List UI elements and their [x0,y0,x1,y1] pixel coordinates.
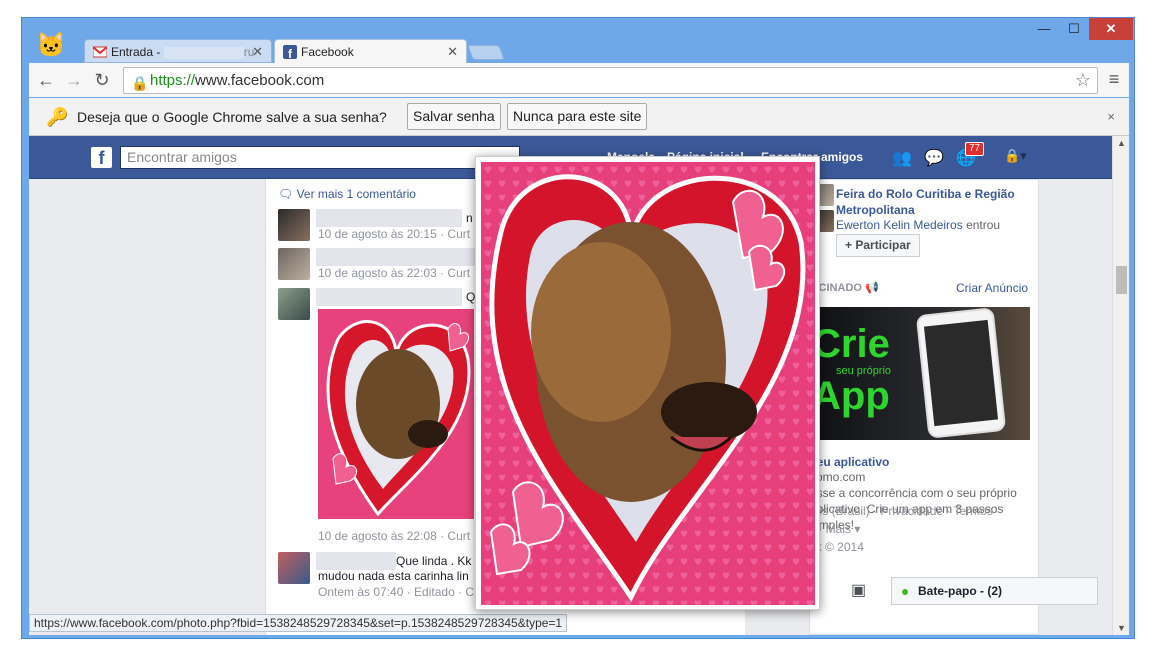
facebook-icon: f [283,45,297,59]
event-title[interactable]: Feira do Rolo Curitiba e Região Metropol… [836,186,1026,218]
comment-meta: 10 de agosto às 22:03 · Curt [318,266,471,280]
maximize-button[interactable]: ☐ [1059,18,1089,40]
ad-crie: Crie [812,322,890,366]
ad-title[interactable]: seu aplicativo [810,455,889,469]
photo-popup[interactable] [475,156,820,610]
notification-badge: 77 [965,142,985,156]
never-save-button[interactable]: Nunca para este site [507,103,648,130]
profile-cat-icon[interactable]: 🐱 [36,32,66,60]
ad-seu: seu próprio [836,365,892,377]
redacted-text [163,46,244,59]
key-icon: 🔑 [46,107,69,127]
ad-app: App [812,374,890,418]
redacted-text [316,288,462,306]
sponsored-label: OCINADO 📢 [810,281,879,294]
scroll-down-icon[interactable]: ▼ [1117,623,1126,633]
bookmark-star-icon[interactable]: ☆ [1075,68,1091,93]
photo-thumbnail-image [318,309,474,519]
photo-enlarged-image [481,162,815,605]
photo-enlarged[interactable] [481,162,815,605]
comment-text: mudou nada esta carinha lin [318,569,469,583]
megaphone-icon: 📢 [865,282,879,294]
online-dot [902,589,908,595]
right-column: Feira do Rolo Curitiba e Região Metropol… [809,179,1039,635]
privacy-icon[interactable]: 🔒▾ [1004,148,1027,164]
scroll-up-icon[interactable]: ▲ [1117,138,1126,148]
photo-thumbnail[interactable] [318,309,474,519]
more-comments-link[interactable]: 🗨 Ver mais 1 comentário [278,187,416,201]
footer-line[interactable]: s · Mais ▾ [809,520,1039,538]
comment-meta: 10 de agosto às 20:15 · Curt [318,227,471,241]
create-ad-link[interactable]: Criar Anúncio [956,281,1028,295]
friend-requests-icon[interactable]: 👥 [892,148,912,168]
comment-meta: Ontem às 07:40 · Editado · C [318,585,475,599]
close-window-button[interactable]: ✕ [1089,18,1133,40]
close-infobar-icon[interactable]: × [1107,109,1115,124]
footer-copyright: ok © 2014 [809,540,864,554]
url-scheme: https:// [150,72,196,89]
redacted-text [316,552,396,570]
left-column [29,179,265,635]
footer-line[interactable]: uês (Brasil) · Privacidade · Termos · [809,502,1039,520]
phone-image [915,307,1007,439]
lock-icon: 🔒 [131,75,149,91]
scroll-thumb[interactable] [1116,266,1127,294]
url-host: www.facebook.com [195,72,325,89]
password-infobar: 🔑 Deseja que o Google Chrome salve a sua… [29,98,1129,136]
tab-facebook[interactable]: f Facebook ✕ [274,39,467,63]
save-password-button[interactable]: Salvar senha [407,103,501,130]
comment-text: n [466,211,473,225]
tab-label: Entrada - [111,45,164,59]
search-input[interactable]: Encontrar amigos [120,146,520,169]
menu-icon[interactable]: ≡ [1103,69,1125,90]
messages-icon[interactable]: 💬 [924,148,944,168]
avatar[interactable] [278,209,310,241]
gmail-icon [93,46,107,58]
tab-strip: 🐱 Entrada - ru ✕ f Facebook ✕ — ☐ ✕ [22,18,1134,63]
browser-toolbar: ← → ↻ 🔒 https://www.facebook.com ☆ ≡ [29,63,1129,97]
more-comments-label: Ver mais 1 comentário [296,187,416,201]
comment-text: Que linda . Kk [396,554,472,568]
close-tab-icon[interactable]: ✕ [252,40,263,64]
chat-bar[interactable]: Bate-papo - (2) [891,577,1098,605]
chat-label: Bate-papo - (2) [918,584,1002,598]
minimize-button[interactable]: — [1029,18,1059,40]
redacted-text [316,248,476,266]
infobar-question: Deseja que o Google Chrome salve a sua s… [77,109,387,125]
join-button[interactable]: + Participar [836,234,920,257]
back-icon[interactable]: ← [35,69,57,91]
event-person[interactable]: Ewerton Kelin Medeiros [836,218,963,232]
avatar[interactable] [278,552,310,584]
scrollbar[interactable]: ▲ ▼ [1112,136,1129,635]
avatar[interactable] [278,288,310,320]
tab-gmail[interactable]: Entrada - ru ✕ [84,39,272,63]
chat-sidebar-icon[interactable]: ▣ [851,580,866,600]
address-bar[interactable]: 🔒 https://www.facebook.com ☆ [123,67,1098,94]
facebook-logo[interactable]: f [91,147,112,168]
status-bar: https://www.facebook.com/photo.php?fbid=… [29,614,568,632]
event-action: entrou [966,218,1001,232]
close-tab-icon[interactable]: ✕ [447,40,458,64]
footer-links: uês (Brasil) · Privacidade · Termos · s … [809,502,1039,556]
reload-icon[interactable]: ↻ [91,69,113,91]
avatar[interactable] [278,248,310,280]
redacted-text [316,209,462,227]
event-activity: Ewerton Kelin Medeiros entrou [836,218,1000,232]
new-tab-button[interactable] [467,45,505,60]
forward-icon[interactable]: → [63,69,85,91]
tab-label: Facebook [301,45,354,59]
ad-image[interactable]: Crie App seu próprio [810,307,1030,440]
comment-text: Q [466,290,476,304]
comment-meta: 10 de agosto às 22:08 · Curt [318,529,471,543]
